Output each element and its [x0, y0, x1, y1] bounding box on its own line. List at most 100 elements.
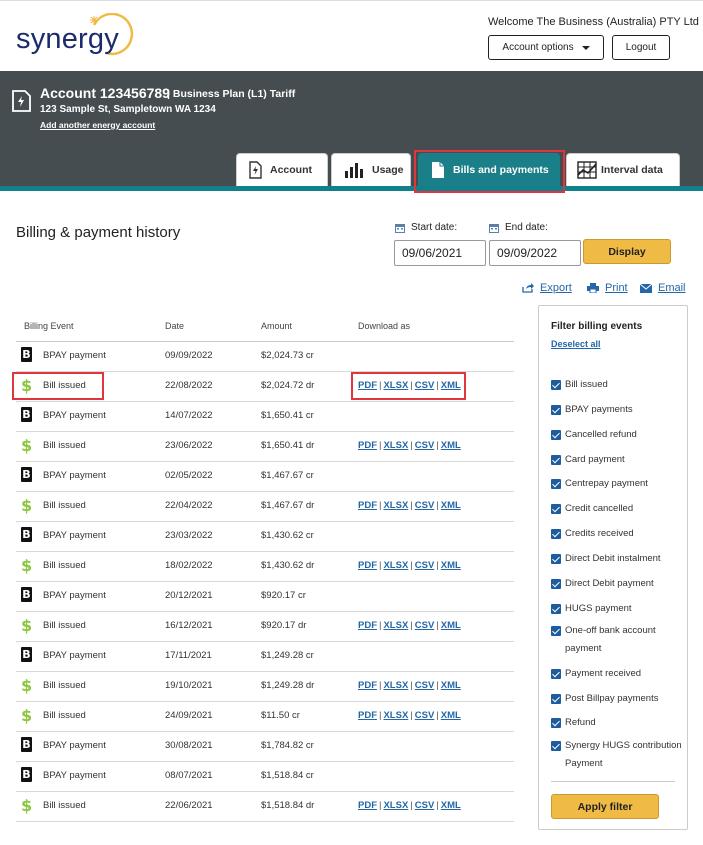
checkbox-checked-icon[interactable]: [551, 430, 561, 440]
separator: |: [410, 800, 413, 811]
download-csv-link[interactable]: CSV: [415, 710, 435, 721]
site-header: synergy Welcome The Business (Australia)…: [0, 0, 703, 71]
checkbox-checked-icon[interactable]: [551, 718, 561, 728]
download-xlsx-link[interactable]: XLSX: [383, 620, 408, 631]
logout-button[interactable]: Logout: [612, 35, 670, 60]
download-xlsx-link[interactable]: XLSX: [383, 710, 408, 721]
checkbox-checked-icon[interactable]: [551, 626, 561, 636]
table-row: B BPAY payment 08/07/2021 $1,518.84 cr: [16, 762, 514, 792]
checkbox-checked-icon[interactable]: [551, 604, 561, 614]
end-date-input[interactable]: 09/09/2022: [489, 240, 581, 266]
download-pdf-link[interactable]: PDF: [358, 800, 377, 811]
checkbox-checked-icon[interactable]: [551, 554, 561, 564]
welcome-message: Welcome The Business (Australia) PTY Ltd: [488, 16, 699, 28]
separator: |: [410, 560, 413, 571]
synergy-logo[interactable]: synergy: [16, 13, 136, 57]
bill-bolt-icon: [12, 90, 31, 112]
tab-interval-data[interactable]: Interval data: [566, 153, 680, 186]
bpay-icon: B: [21, 347, 33, 364]
checkbox-checked-icon[interactable]: [551, 504, 561, 514]
download-xml-link[interactable]: XML: [441, 500, 461, 511]
filter-option[interactable]: Post Billpay payments: [551, 690, 683, 708]
filter-option[interactable]: One-off bank account payment: [551, 622, 683, 658]
filter-option[interactable]: Synergy HUGS contribution Payment: [551, 737, 683, 773]
download-pdf-link[interactable]: PDF: [358, 620, 377, 631]
event-cell: Bill issued: [43, 680, 86, 691]
checkbox-checked-icon[interactable]: [551, 380, 561, 390]
email-link[interactable]: Email: [640, 282, 686, 294]
download-csv-link[interactable]: CSV: [415, 440, 435, 451]
checkbox-checked-icon[interactable]: [551, 479, 561, 489]
checkbox-checked-icon[interactable]: [551, 669, 561, 679]
download-pdf-link[interactable]: PDF: [358, 440, 377, 451]
bpay-icon: B: [21, 767, 33, 784]
start-date-input[interactable]: 09/06/2021: [394, 240, 486, 266]
download-xml-link[interactable]: XML: [441, 680, 461, 691]
highlight-box-bill-issued: [12, 372, 104, 400]
tab-account[interactable]: Account: [236, 153, 328, 186]
amount-cell: $920.17 dr: [261, 620, 307, 631]
filter-option-label: Direct Debit payment: [565, 578, 654, 589]
add-account-link[interactable]: Add another energy account: [40, 120, 155, 130]
display-button[interactable]: Display: [583, 239, 671, 264]
filter-option[interactable]: Payment received: [551, 665, 683, 683]
filter-option[interactable]: Refund: [551, 714, 683, 732]
checkbox-checked-icon[interactable]: [551, 405, 561, 415]
filter-option[interactable]: Centrepay payment: [551, 475, 683, 493]
download-pdf-link[interactable]: PDF: [358, 500, 377, 511]
checkbox-checked-icon[interactable]: [551, 694, 561, 704]
checkbox-checked-icon[interactable]: [551, 529, 561, 539]
filter-option[interactable]: Cancelled refund: [551, 426, 683, 444]
download-csv-link[interactable]: CSV: [415, 500, 435, 511]
download-xlsx-link[interactable]: XLSX: [383, 800, 408, 811]
filter-option[interactable]: Bill issued: [551, 376, 683, 394]
download-xlsx-link[interactable]: XLSX: [383, 440, 408, 451]
separator: |: [436, 680, 439, 691]
download-xml-link[interactable]: XML: [441, 620, 461, 631]
filter-option[interactable]: Direct Debit payment: [551, 575, 683, 593]
export-link[interactable]: Export: [522, 282, 572, 294]
download-csv-link[interactable]: CSV: [415, 620, 435, 631]
date-cell: 22/06/2021: [165, 800, 213, 811]
download-xml-link[interactable]: XML: [441, 710, 461, 721]
filter-option[interactable]: Direct Debit instalment: [551, 550, 683, 568]
filter-option-label: Synergy HUGS contribution Payment: [565, 740, 682, 769]
event-cell: Bill issued: [43, 800, 86, 811]
download-csv-link[interactable]: CSV: [415, 560, 435, 571]
separator: |: [379, 680, 382, 691]
account-options-button[interactable]: Account options: [488, 35, 604, 60]
filter-option[interactable]: HUGS payment: [551, 600, 683, 618]
dollar-icon: $: [21, 677, 33, 694]
print-link[interactable]: Print: [587, 282, 628, 294]
download-xlsx-link[interactable]: XLSX: [383, 680, 408, 691]
filter-option[interactable]: Card payment: [551, 451, 683, 469]
separator: |: [410, 500, 413, 511]
download-xlsx-link[interactable]: XLSX: [383, 560, 408, 571]
event-cell: BPAY payment: [43, 770, 106, 781]
download-xml-link[interactable]: XML: [441, 800, 461, 811]
deselect-all-link[interactable]: Deselect all: [551, 339, 601, 349]
download-csv-link[interactable]: CSV: [415, 680, 435, 691]
logo-text: synergy: [16, 23, 119, 55]
download-pdf-link[interactable]: PDF: [358, 560, 377, 571]
download-pdf-link[interactable]: PDF: [358, 710, 377, 721]
download-xlsx-link[interactable]: XLSX: [383, 500, 408, 511]
highlight-box-tab: [414, 150, 565, 193]
download-pdf-link[interactable]: PDF: [358, 680, 377, 691]
download-csv-link[interactable]: CSV: [415, 800, 435, 811]
date-cell: 02/05/2022: [165, 470, 213, 481]
filter-option[interactable]: BPAY payments: [551, 401, 683, 419]
tab-underline: [0, 186, 703, 191]
checkbox-checked-icon[interactable]: [551, 455, 561, 465]
checkbox-checked-icon[interactable]: [551, 741, 561, 751]
tab-usage[interactable]: Usage: [331, 153, 411, 186]
date-cell: 16/12/2021: [165, 620, 213, 631]
apply-filter-button[interactable]: Apply filter: [551, 794, 659, 819]
amount-cell: $2,024.72 dr: [261, 380, 315, 391]
filter-option[interactable]: Credits received: [551, 525, 683, 543]
download-xml-link[interactable]: XML: [441, 440, 461, 451]
download-xml-link[interactable]: XML: [441, 560, 461, 571]
filter-option[interactable]: Credit cancelled: [551, 500, 683, 518]
tab-account-label: Account: [270, 164, 312, 176]
checkbox-checked-icon[interactable]: [551, 579, 561, 589]
